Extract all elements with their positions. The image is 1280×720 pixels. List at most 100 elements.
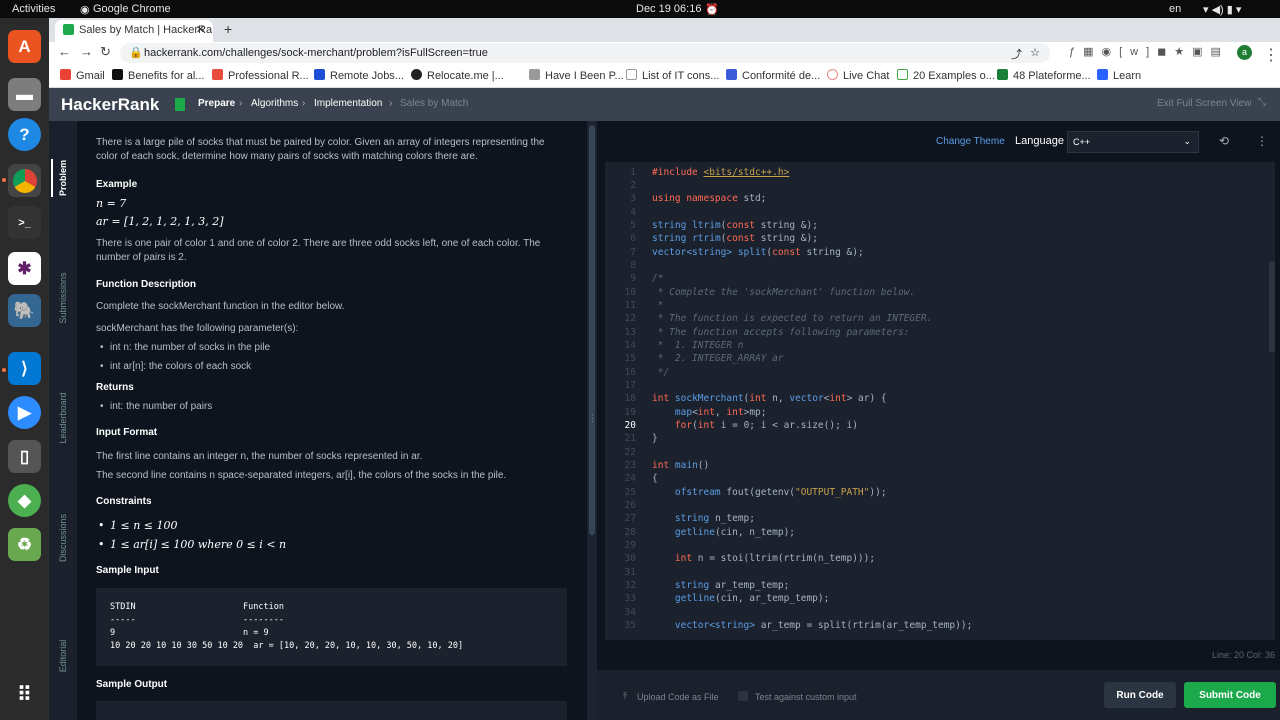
- files-icon[interactable]: ▬: [8, 78, 41, 111]
- code-editor[interactable]: 1 #include <bits/stdc++.h> 2 3 using names…: [605, 162, 1275, 640]
- sample-input-line: 9 n = 9: [110, 628, 269, 638]
- breadcrumb-separator-icon: ›: [239, 98, 243, 109]
- breadcrumb-implementation[interactable]: Implementation: [314, 98, 382, 109]
- sample-input-line: ----- --------: [110, 615, 284, 625]
- tab-leaderboard[interactable]: Leaderboard: [58, 388, 68, 448]
- vscode-icon[interactable]: ⟩: [8, 352, 41, 385]
- restore-code-icon[interactable]: ⟲: [1219, 134, 1229, 148]
- custom-input-checkbox[interactable]: [738, 691, 748, 701]
- slack-icon[interactable]: ✱: [8, 252, 41, 285]
- trash-icon[interactable]: ♻: [8, 528, 41, 561]
- input-language[interactable]: en: [1169, 3, 1181, 15]
- change-theme-link[interactable]: Change Theme: [936, 136, 1005, 147]
- problem-statement: There is a large pile of socks that must…: [77, 121, 587, 720]
- logo-mark-icon: [175, 98, 185, 111]
- browser-tab[interactable]: Sales by Match | HackerRa ✕: [55, 20, 213, 42]
- dock: A ▬ ? >_ ✱ 🐘 ⟩ ▶ ▯ ◆ ♻ ⠿: [0, 18, 49, 720]
- exit-fullscreen-link[interactable]: Exit Full Screen View: [1157, 98, 1251, 109]
- bookmark-item[interactable]: Conformité de...: [726, 69, 820, 82]
- language-label: Language: [1015, 135, 1064, 147]
- input-format-line1: The first line contains an integer n, th…: [96, 451, 423, 462]
- input-format-line2: The second line contains n space-separat…: [96, 470, 507, 481]
- scrollbar-thumb[interactable]: [589, 125, 595, 535]
- bookmarks-bar: Gmail Benefits for al... Professional R.…: [49, 64, 1280, 88]
- bookmark-item[interactable]: List of IT cons...: [626, 69, 719, 82]
- reload-icon[interactable]: ↻: [100, 44, 111, 60]
- bookmark-star-icon[interactable]: ☆: [1030, 46, 1040, 59]
- input-format-heading: Input Format: [96, 427, 158, 438]
- os-top-bar: Activities ◉ Google Chrome Dec 19 06:16 …: [0, 0, 1280, 18]
- extension-icons[interactable]: ƒ▦◉[w]◼★▣▤: [1069, 45, 1229, 58]
- breadcrumb-prepare[interactable]: Prepare: [198, 98, 235, 109]
- forward-icon[interactable]: →: [80, 44, 93, 59]
- sample-input-heading: Sample Input: [96, 565, 159, 576]
- tab-strip: Sales by Match | HackerRa ✕ +: [49, 18, 1280, 42]
- exit-fullscreen-icon[interactable]: ⤡: [1258, 97, 1266, 108]
- tab-problem[interactable]: Problem: [58, 148, 68, 208]
- pane-splitter[interactable]: ⋮: [587, 121, 597, 720]
- upload-icon[interactable]: ⤒: [623, 691, 627, 702]
- param-ar: • int ar[n]: the colors of each sock: [100, 361, 252, 372]
- example-ar: ar = [1, 2, 1, 2, 1, 3, 2]: [96, 215, 224, 228]
- intro-text: There is a large pile of socks that must…: [96, 137, 545, 162]
- param-n-text: int n: the number of socks in the pile: [110, 342, 271, 353]
- sample-input-line: STDIN Function: [110, 602, 284, 612]
- chevron-down-icon: ⌄: [1183, 136, 1191, 146]
- menu-icon[interactable]: ⋮: [1263, 45, 1279, 65]
- upload-code-link[interactable]: Upload Code as File: [637, 692, 719, 702]
- bookmark-item[interactable]: Remote Jobs...: [314, 69, 404, 82]
- example-n: n = 7: [96, 197, 127, 210]
- hackerrank-header: HackerRank Prepare › Algorithms › Implem…: [49, 88, 1280, 121]
- bookmark-item[interactable]: Benefits for al...: [112, 69, 204, 82]
- sample-input-line: 10 20 20 10 10 30 50 10 20 ar = [10, 20,…: [110, 641, 464, 651]
- returns-text: int: the number of pairs: [110, 401, 213, 412]
- share-icon[interactable]: ⤴: [1011, 46, 1022, 62]
- language-select[interactable]: C++ ⌄: [1067, 131, 1199, 153]
- bookmark-item[interactable]: Learn: [1097, 69, 1141, 82]
- back-icon[interactable]: ←: [58, 44, 71, 59]
- breadcrumb-algorithms[interactable]: Algorithms: [251, 98, 298, 109]
- browser-toolbar: ← → ↻ 🔒 hackerrank.com/challenges/sock-m…: [49, 42, 1280, 64]
- help-icon[interactable]: ?: [8, 118, 41, 151]
- submit-code-button[interactable]: Submit Code: [1184, 682, 1276, 708]
- run-code-button[interactable]: Run Code: [1104, 682, 1176, 708]
- drag-handle-icon[interactable]: ⋮: [588, 413, 597, 424]
- settings-icon[interactable]: ⋮: [1256, 134, 1268, 148]
- cursor-position: Line: 20 Col: 36: [1211, 650, 1275, 660]
- terminal-icon[interactable]: >_: [8, 206, 41, 239]
- breadcrumb-current: Sales by Match: [400, 98, 469, 109]
- new-tab-icon[interactable]: +: [224, 21, 232, 37]
- postgres-icon[interactable]: 🐘: [8, 294, 41, 327]
- bookmark-item[interactable]: 48 Plateforme...: [997, 69, 1091, 82]
- show-apps-icon[interactable]: ⠿: [8, 678, 41, 711]
- app-icon[interactable]: ◆: [8, 484, 41, 517]
- zoom-icon[interactable]: ▶: [8, 396, 41, 429]
- bookmark-item[interactable]: Live Chat: [827, 69, 889, 82]
- hackerrank-logo[interactable]: HackerRank: [61, 95, 159, 115]
- tab-editorial[interactable]: Editorial: [58, 626, 68, 686]
- profile-avatar[interactable]: a: [1237, 45, 1252, 60]
- url-text: hackerrank.com/challenges/sock-merchant/…: [144, 47, 488, 59]
- close-icon[interactable]: ✕: [196, 23, 205, 36]
- bookmark-item[interactable]: 20 Examples o...: [897, 69, 995, 82]
- constraints-heading: Constraints: [96, 496, 152, 507]
- bookmark-item[interactable]: Gmail: [60, 69, 105, 82]
- bookmark-item[interactable]: Relocate.me |...: [411, 69, 504, 82]
- bookmark-item[interactable]: Professional R...: [212, 69, 309, 82]
- example-explanation: There is one pair of color 1 and one of …: [96, 238, 541, 263]
- param-ar-text: int ar[n]: the colors of each sock: [110, 361, 252, 372]
- clock[interactable]: Dec 19 06:16: [636, 3, 701, 15]
- software-center-icon[interactable]: A: [8, 30, 41, 63]
- tab-submissions[interactable]: Submissions: [58, 268, 68, 328]
- editor-scrollbar[interactable]: [1269, 262, 1275, 352]
- chrome-dock-icon[interactable]: [8, 164, 41, 197]
- returns-heading: Returns: [96, 382, 134, 393]
- editor-actions: ⤒ Upload Code as File Test against custo…: [597, 670, 1280, 720]
- app-name[interactable]: Google Chrome: [93, 3, 171, 15]
- constraint-1-text: 1 ≤ n ≤ 100: [110, 519, 178, 532]
- tab-discussions[interactable]: Discussions: [58, 508, 68, 568]
- phone-icon[interactable]: ▯: [8, 440, 41, 473]
- address-bar[interactable]: 🔒 hackerrank.com/challenges/sock-merchan…: [120, 43, 1050, 63]
- activities-button[interactable]: Activities: [12, 3, 55, 15]
- bookmark-item[interactable]: Have I Been P...: [529, 69, 624, 82]
